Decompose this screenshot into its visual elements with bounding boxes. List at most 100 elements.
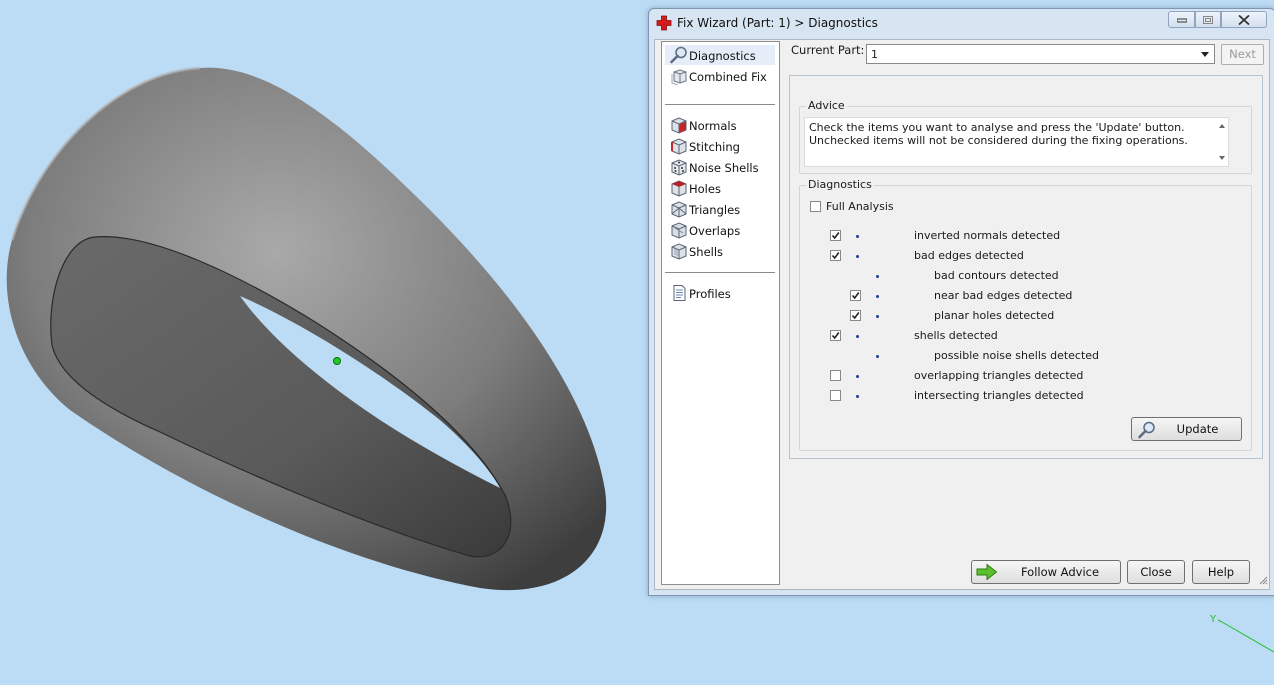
window-title: Fix Wizard (Part: 1) > Diagnostics (677, 16, 878, 30)
axis-y-label: Y (1209, 614, 1217, 625)
chevron-down-icon (1201, 52, 1209, 57)
help-button[interactable]: Help (1192, 560, 1250, 584)
intersecting-triangles-checkbox[interactable] (830, 390, 841, 401)
checkmark-icon (851, 312, 860, 320)
nav-item-label: Profiles (689, 287, 731, 301)
ring-model[interactable] (6, 66, 607, 591)
noise-shells-label: possible noise shells detected (934, 349, 1100, 362)
close-button[interactable]: Close (1127, 560, 1185, 584)
advice-text: Check the items you want to analyse and … (809, 121, 1188, 147)
current-part-dropdown[interactable]: 1 (866, 44, 1215, 64)
diagnostics-panel: Advice Check the items you want to analy… (789, 75, 1263, 459)
axis-indicator (1217, 619, 1274, 653)
fix-wizard-dialog[interactable]: Fix Wizard (Part: 1) > Diagnostics Diagn… (648, 8, 1274, 596)
nav-item-diagnostics[interactable]: Diagnostics (665, 45, 775, 65)
nav-item-label: Combined Fix (689, 70, 767, 84)
full-analysis-checkbox[interactable] (810, 201, 821, 212)
diagnostics-group-title: Diagnostics (806, 178, 874, 191)
nav-divider (665, 104, 775, 105)
nav-item-label: Triangles (689, 203, 741, 217)
cube-shell-icon (670, 242, 688, 260)
scroll-up-icon[interactable] (1219, 124, 1225, 128)
nav-item-label: Stitching (689, 140, 740, 154)
nav-item-normals[interactable]: Normals (665, 115, 775, 135)
nav-item-combined-fix[interactable]: Combined Fix (665, 66, 775, 86)
nav-item-overlaps[interactable]: Overlaps (665, 220, 775, 240)
near-bad-edges-checkbox[interactable] (850, 290, 861, 301)
overlapping-triangles-checkbox[interactable] (830, 370, 841, 381)
nav-item-noise-shells[interactable]: Noise Shells (665, 157, 775, 177)
maximize-button[interactable] (1195, 11, 1221, 28)
bullet-icon (856, 375, 859, 378)
restore-icon (1203, 15, 1213, 24)
overlap-cube-icon (670, 221, 688, 239)
nav-item-label: Diagnostics (689, 49, 756, 63)
near-bad-edges-label: near bad edges detected (934, 289, 1073, 302)
nav-item-label: Noise Shells (689, 161, 759, 175)
follow-advice-button[interactable]: Follow Advice (971, 560, 1121, 584)
bullet-icon (876, 275, 879, 278)
nav-item-triangles[interactable]: Triangles (665, 199, 775, 219)
nav-item-label: Shells (689, 245, 724, 259)
wizard-nav-list[interactable]: Diagnostics Combined Fix Normals Stitchi (661, 41, 780, 585)
inverted-normals-label: inverted normals detected (914, 229, 1061, 242)
checkmark-icon (831, 232, 840, 240)
bullet-icon (876, 295, 879, 298)
nav-item-label: Overlaps (689, 224, 741, 238)
nav-item-shells[interactable]: Shells (665, 241, 775, 261)
document-icon (670, 284, 688, 302)
planar-holes-checkbox[interactable] (850, 310, 861, 321)
current-part-label: Current Part: (791, 43, 865, 57)
minimize-icon (1176, 18, 1187, 22)
close-icon (1238, 14, 1250, 25)
help-button-label: Help (1207, 565, 1235, 579)
diagnostics-group: Diagnostics Full Analysis inverted norma… (799, 178, 1252, 451)
bad-edges-label: bad edges detected (914, 249, 1024, 262)
inverted-normals-checkbox[interactable] (830, 230, 841, 241)
resize-grip-icon[interactable] (1258, 575, 1268, 588)
current-part-value: 1 (871, 48, 878, 61)
close-button-label: Close (1140, 565, 1172, 579)
dice-icon (670, 158, 688, 176)
dialog-client-area: Diagnostics Combined Fix Normals Stitchi (654, 39, 1270, 590)
close-window-button[interactable] (1221, 11, 1267, 28)
shells-checkbox[interactable] (830, 330, 841, 341)
cube-hole-icon (670, 179, 688, 197)
nav-item-profiles[interactable]: Profiles (665, 283, 775, 303)
bullet-icon (876, 355, 879, 358)
green-arrow-icon (976, 563, 998, 584)
nav-item-holes[interactable]: Holes (665, 178, 775, 198)
planar-holes-label: planar holes detected (934, 309, 1055, 322)
magnifier-icon (670, 46, 688, 64)
nav-divider (665, 272, 775, 273)
scroll-down-icon[interactable] (1219, 156, 1225, 160)
bad-edges-checkbox[interactable] (830, 250, 841, 261)
bullet-icon (856, 335, 859, 338)
shells-label: shells detected (914, 329, 998, 342)
cube-edge-icon (670, 137, 688, 155)
update-button-label: Update (1176, 422, 1219, 436)
advice-group-title: Advice (806, 99, 847, 112)
bullet-icon (856, 255, 859, 258)
full-analysis-label: Full Analysis (826, 200, 894, 213)
cube-stack-icon (670, 67, 688, 86)
bullet-icon (876, 315, 879, 318)
minimize-button[interactable] (1168, 11, 1195, 28)
bullet-icon (856, 235, 859, 238)
cube-red-face-icon (670, 116, 688, 134)
bullet-icon (856, 395, 859, 398)
advice-textbox[interactable]: Check the items you want to analyse and … (804, 117, 1229, 167)
nav-item-stitching[interactable]: Stitching (665, 136, 775, 156)
pivot-marker (333, 357, 341, 365)
triangle-mesh-icon (670, 200, 688, 218)
advice-scrollbar[interactable] (1216, 118, 1228, 166)
nav-item-label: Holes (689, 182, 721, 196)
red-cross-icon (656, 15, 672, 31)
nav-item-label: Normals (689, 119, 737, 133)
update-button[interactable]: Update (1131, 417, 1242, 441)
intersecting-triangles-label: intersecting triangles detected (914, 389, 1084, 402)
checkmark-icon (851, 292, 860, 300)
title-bar[interactable]: Fix Wizard (Part: 1) > Diagnostics (649, 9, 1274, 37)
follow-advice-label: Follow Advice (1020, 565, 1100, 579)
next-button[interactable]: Next (1221, 44, 1264, 65)
